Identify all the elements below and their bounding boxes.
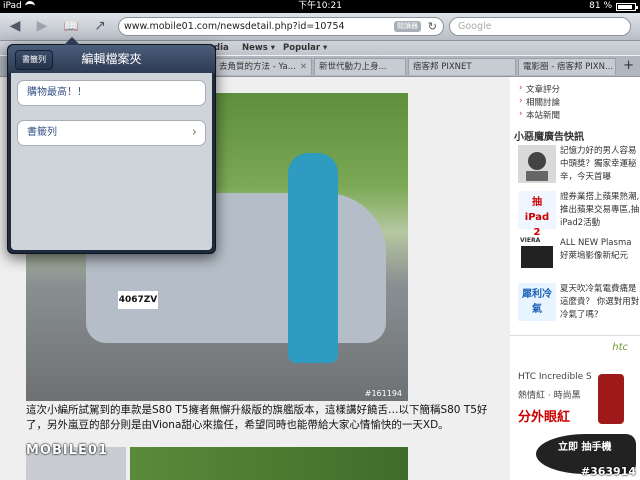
parent-folder-label: 書籤列 bbox=[27, 127, 57, 138]
status-bar: iPad 下午10:21 81 % bbox=[0, 0, 640, 13]
tab-label: 電影圈 - 痞客邦 PIXN... bbox=[523, 62, 614, 72]
tab-2[interactable]: 新世代動力上身... bbox=[314, 58, 406, 75]
photo-watermark: #161194 bbox=[364, 389, 402, 398]
url-text: www.mobile01.com/newsdetail.php?id=10754 bbox=[124, 21, 345, 32]
add-tab-button[interactable]: + bbox=[623, 58, 634, 74]
site-logo: MOBILE01 bbox=[26, 443, 108, 458]
close-icon[interactable]: ✕ bbox=[300, 59, 307, 75]
ad-item[interactable]: 記憶力好的男人容易中頭獎？獨家幸運秘辛，今天首曝 bbox=[518, 145, 638, 185]
sidebar-section-title: 小惡魔廣告快訊 bbox=[514, 132, 584, 143]
tab-label: 去角質的方法 - Ya... bbox=[219, 62, 296, 72]
battery-icon bbox=[616, 2, 638, 11]
ad-thumb-tv: VIERA bbox=[518, 237, 556, 275]
htc-ad-line: HTC Incredible S bbox=[518, 372, 592, 382]
license-plate: 4067ZV bbox=[118, 291, 158, 309]
chevron-right-icon: › bbox=[191, 125, 197, 140]
bookmark-news[interactable]: News ▾ bbox=[242, 41, 275, 55]
htc-ad-banner[interactable]: htc HTC Incredible S 熱情紅 · 時尚黑 分外眼紅 立即 抽… bbox=[510, 335, 640, 480]
screenshot-watermark: #363914 bbox=[580, 465, 636, 478]
tv-icon bbox=[521, 246, 553, 268]
ad-text: ALL NEW Plasma 好萊塢影像新紀元 bbox=[560, 238, 632, 261]
ad-item[interactable]: 犀利冷氣 夏天吹冷氣電費痛是這麼貴？ 你選對用對冷氣了嗎？ bbox=[518, 283, 640, 323]
sidebar-link-rating[interactable]: 文章評分 bbox=[519, 83, 560, 95]
bookmark-popular[interactable]: Popular ▾ bbox=[283, 41, 327, 55]
battery-status: 81 % bbox=[589, 0, 638, 13]
htc-ad-line: 熱情紅 · 時尚黑 bbox=[518, 391, 581, 401]
browser-toolbar: ◀ ▶ 📖 ↗ www.mobile01.com/newsdetail.php?… bbox=[0, 13, 640, 41]
ad-thumb-ipad: 抽 iPad 2 bbox=[518, 191, 556, 238]
edit-folder-popover: 編輯檔案夾 書籤列 購物最高！！ 書籤列 › bbox=[7, 37, 216, 254]
tab-1[interactable]: 去角質的方法 - Ya... ✕ bbox=[214, 58, 312, 75]
address-bar[interactable]: www.mobile01.com/newsdetail.php?id=10754… bbox=[118, 17, 444, 36]
ad-text: 記憶力好的男人容易中頭獎？獨家幸運秘辛，今天首曝 bbox=[560, 146, 637, 182]
clock: 下午10:21 bbox=[298, 1, 342, 11]
parent-folder-row[interactable]: 書籤列 › bbox=[17, 120, 206, 146]
sidebar-link-discussion[interactable]: 相關討論 bbox=[519, 96, 560, 108]
folder-name-text: 購物最高！！ bbox=[27, 87, 87, 98]
share-icon[interactable]: ↗ bbox=[89, 17, 111, 35]
htc-ad-cta[interactable]: 立即 抽手機 bbox=[558, 442, 611, 453]
ad-text: 證券業搭上蘋果熱潮,推出蘋果交易專區,抽iPad2活動 bbox=[560, 192, 640, 228]
devil-icon bbox=[526, 152, 548, 181]
ad-text: 夏天吹冷氣電費痛是這麼貴？ 你選對用對冷氣了嗎？ bbox=[560, 284, 640, 320]
article-photo-2 bbox=[130, 447, 408, 480]
tab-label: 新世代動力上身... bbox=[319, 62, 387, 72]
folder-name-field[interactable]: 購物最高！！ bbox=[17, 80, 206, 106]
ad-item[interactable]: 抽 iPad 2 證券業搭上蘋果熱潮,推出蘋果交易專區,抽iPad2活動 bbox=[518, 191, 640, 238]
back-button[interactable]: ◀ bbox=[4, 17, 26, 35]
ad-thumb-devil bbox=[518, 145, 556, 183]
search-input[interactable]: Google bbox=[449, 17, 631, 36]
htc-logo: htc bbox=[612, 342, 628, 353]
sidebar-link-news[interactable]: 本站新聞 bbox=[519, 109, 560, 121]
popover-header: 編輯檔案夾 書籤列 bbox=[8, 45, 215, 73]
popover-body: 購物最高！！ 書籤列 › bbox=[11, 73, 212, 250]
ad-item[interactable]: VIERA ALL NEW Plasma 好萊塢影像新紀元 bbox=[518, 237, 638, 277]
forward-button[interactable]: ▶ bbox=[31, 17, 53, 35]
reader-button[interactable]: 閱讀器 bbox=[394, 21, 421, 32]
bookmarks-icon[interactable]: 📖 bbox=[60, 17, 82, 35]
popover-back-button[interactable]: 書籤列 bbox=[15, 50, 53, 70]
article-caption: 這次小編所試駕到的車款是S80 T5擁者無懈升級版的旗艦版本，這樣講好饒舌…以下… bbox=[26, 404, 488, 431]
htc-ad-headline: 分外眼紅 bbox=[518, 410, 571, 425]
model-figure bbox=[288, 153, 338, 363]
reload-icon[interactable]: ↻ bbox=[428, 18, 437, 35]
sidebar: 文章評分 相關討論 本站新聞 小惡魔廣告快訊 記憶力好的男人容易中頭獎？獨家幸運… bbox=[510, 77, 640, 480]
tab-label: 痞客邦 PIXNET bbox=[413, 62, 472, 72]
bookmark-item[interactable]: dia bbox=[214, 41, 229, 55]
tab-3[interactable]: 痞客邦 PIXNET bbox=[408, 58, 516, 75]
phone-image bbox=[598, 374, 624, 424]
ad-thumb-aircon: 犀利冷氣 bbox=[518, 283, 556, 321]
tab-4[interactable]: 電影圈 - 痞客邦 PIXN... bbox=[518, 58, 616, 75]
